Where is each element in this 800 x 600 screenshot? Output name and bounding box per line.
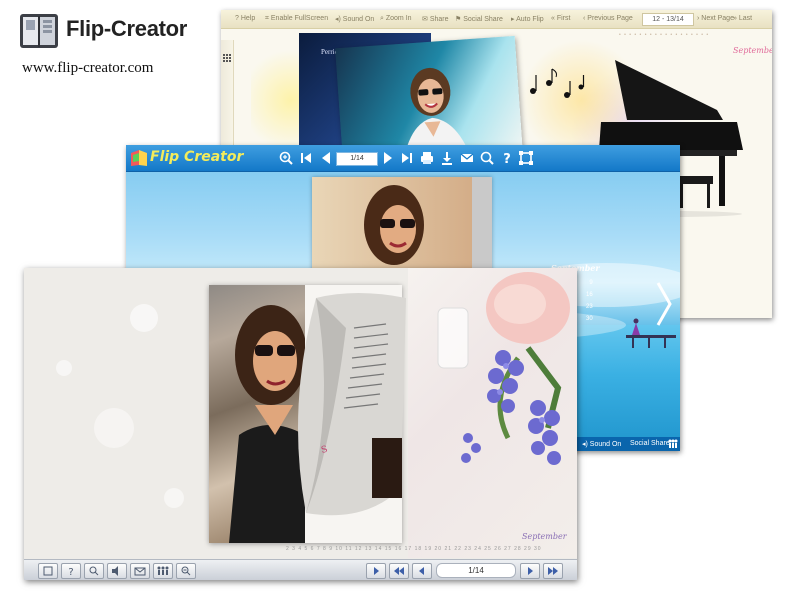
play-icon bbox=[374, 567, 379, 575]
top-toolbar: Flip Creator 1/14 ? bbox=[126, 145, 680, 172]
colorful-book-icon bbox=[131, 150, 147, 166]
auto-flip-label: Auto Flip bbox=[516, 16, 544, 23]
download-icon[interactable] bbox=[439, 150, 455, 166]
grid-icon[interactable] bbox=[223, 54, 231, 62]
zoom-button[interactable]: ⌕ Zoom In bbox=[380, 15, 412, 23]
previous-page-button[interactable]: ‹ Previous Page bbox=[583, 15, 633, 22]
sound-label: Sound On bbox=[589, 441, 622, 448]
book-page-photo[interactable] bbox=[312, 177, 492, 271]
auto-flip-button[interactable] bbox=[366, 563, 386, 579]
previous-page-button[interactable] bbox=[412, 563, 432, 579]
first-label: First bbox=[556, 15, 571, 22]
next-label: Next Page bbox=[701, 15, 734, 22]
next-page-button[interactable] bbox=[520, 563, 540, 579]
flower-background bbox=[408, 268, 577, 558]
email-icon[interactable] bbox=[459, 150, 475, 166]
help-button[interactable]: ? bbox=[61, 563, 81, 579]
page-curl[interactable]: Ѕ bbox=[276, 288, 411, 523]
top-toolbar: ? Help ⌗ Enable FullScreen ◂) Sound On ⌕… bbox=[221, 10, 772, 29]
woman-photo bbox=[364, 177, 492, 271]
search-icon[interactable] bbox=[479, 150, 495, 166]
app-logo-text: Flip Creator bbox=[150, 149, 244, 165]
pier-figure-icon bbox=[626, 318, 676, 348]
calendar-numbers: 9 16 23 30 bbox=[586, 280, 593, 322]
zoom-in-icon bbox=[181, 566, 191, 576]
book-logo-icon bbox=[20, 14, 58, 48]
music-notes-icon bbox=[530, 68, 585, 98]
first-page-icon[interactable] bbox=[298, 150, 314, 166]
last-page-icon bbox=[548, 567, 558, 575]
zoom-label: Zoom In bbox=[385, 15, 412, 22]
help-label: Help bbox=[240, 15, 256, 22]
sound-button[interactable]: ◂) Sound On bbox=[582, 440, 621, 448]
sound-button[interactable] bbox=[107, 563, 127, 579]
bottom-toolbar: lp ◂) Sound On Social Share bbox=[566, 437, 680, 451]
calendar-label: September bbox=[733, 46, 772, 55]
previous-page-icon bbox=[419, 567, 424, 575]
page-number-input[interactable]: 1/14 bbox=[436, 563, 516, 578]
fullscreen-icon[interactable] bbox=[518, 150, 534, 166]
share-button[interactable]: ✉ Share bbox=[422, 15, 449, 23]
sound-icon bbox=[112, 566, 118, 576]
page-thumbnail-strip[interactable]: 2 3 4 5 6 7 8 9 10 11 12 13 14 15 16 17 … bbox=[286, 546, 542, 552]
zoom-in-icon[interactable] bbox=[278, 150, 294, 166]
previous-label: Previous Page bbox=[587, 15, 633, 22]
search-button[interactable] bbox=[84, 563, 104, 579]
help-icon: ? bbox=[68, 567, 73, 578]
search-icon bbox=[89, 566, 99, 576]
auto-flip-button[interactable]: ▸ Auto Flip bbox=[511, 15, 544, 23]
social-share-button[interactable] bbox=[153, 563, 173, 579]
next-page-icon bbox=[528, 567, 533, 575]
last-page-button[interactable] bbox=[543, 563, 563, 579]
help-icon[interactable]: ? bbox=[499, 150, 515, 166]
fullscreen-icon bbox=[43, 566, 53, 576]
bottom-toolbar: ? 1/14 bbox=[24, 559, 577, 580]
last-page-button[interactable]: » Last bbox=[733, 15, 752, 22]
next-page-button[interactable]: › Next Page bbox=[697, 15, 734, 22]
page-number-input[interactable]: 1/14 bbox=[336, 152, 378, 166]
social-share-button[interactable]: Social Share bbox=[630, 440, 670, 447]
svg-text:?: ? bbox=[503, 152, 511, 166]
email-icon bbox=[134, 567, 146, 576]
email-button[interactable] bbox=[130, 563, 150, 579]
calendar-label: September bbox=[522, 532, 567, 541]
fullscreen-label: Enable FullScreen bbox=[270, 15, 329, 22]
flipbook-window-flower: Ѕ 2 3 4 5 6 7 8 9 10 11 12 13 14 15 16 1… bbox=[24, 268, 577, 580]
first-page-icon bbox=[394, 567, 404, 575]
social-share-label: Social Share bbox=[463, 16, 503, 23]
fullscreen-button[interactable] bbox=[38, 563, 58, 579]
fullscreen-button[interactable]: ⌗ Enable FullScreen bbox=[265, 15, 328, 23]
next-page-icon[interactable] bbox=[380, 150, 396, 166]
last-label: Last bbox=[738, 15, 753, 22]
social-share-button[interactable]: ⚑ Social Share bbox=[455, 15, 503, 23]
last-page-icon[interactable] bbox=[399, 150, 415, 166]
sound-button[interactable]: ◂) Sound On bbox=[335, 15, 374, 23]
help-button[interactable]: ? Help bbox=[235, 15, 255, 22]
social-share-icon[interactable] bbox=[668, 439, 678, 449]
previous-page-icon[interactable] bbox=[318, 150, 334, 166]
first-page-button[interactable] bbox=[389, 563, 409, 579]
social-share-icon bbox=[157, 566, 169, 575]
first-page-button[interactable]: « First bbox=[551, 15, 570, 22]
sound-label: Sound On bbox=[342, 16, 375, 23]
hyacinth-flowers-icon bbox=[437, 272, 570, 465]
brand-url[interactable]: www.flip-creator.com bbox=[22, 60, 153, 77]
share-label: Share bbox=[429, 16, 449, 23]
print-icon[interactable] bbox=[419, 150, 435, 166]
brand-name: Flip-Creator bbox=[66, 16, 188, 41]
svg-text:?: ? bbox=[68, 567, 73, 578]
calendar-strip: • • • • • • • • • • • • • • • • • • bbox=[619, 32, 710, 38]
zoom-in-button[interactable] bbox=[176, 563, 196, 579]
page-number-input[interactable]: 12 - 13/14 bbox=[642, 13, 694, 26]
